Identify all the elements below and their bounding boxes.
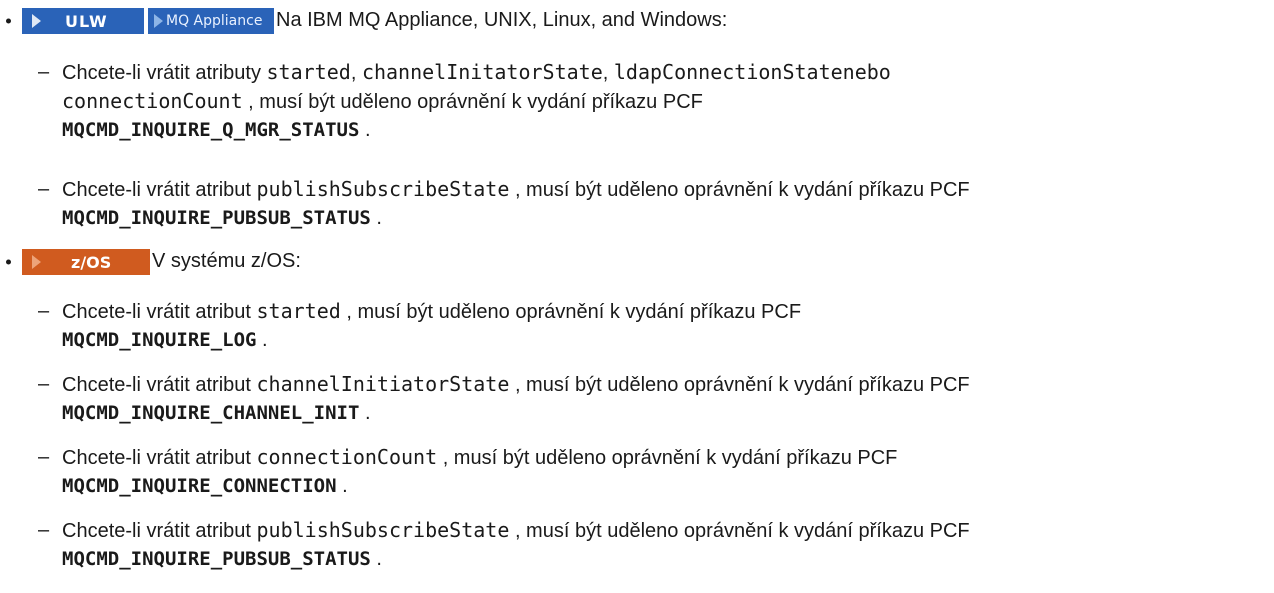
attribute-name: publishSubscribeState bbox=[256, 518, 510, 542]
triangle-icon bbox=[32, 14, 41, 28]
list-item: – Chcete-li vrátit atribut started , mus… bbox=[38, 297, 1262, 354]
platform-heading-zos: z/OS V systému z/OS: bbox=[0, 247, 1274, 277]
separator: , bbox=[350, 62, 362, 84]
pcf-command: MQCMD_INQUIRE_LOG bbox=[62, 329, 257, 351]
pcf-command: MQCMD_INQUIRE_CHANNEL_INIT bbox=[62, 402, 360, 424]
dash-marker: – bbox=[38, 519, 50, 541]
pcf-command: MQCMD_INQUIRE_CONNECTION bbox=[62, 475, 337, 497]
document-page: ULW MQ Appliance Na IBM MQ Appliance, UN… bbox=[0, 0, 1274, 593]
badge-label: z/OS bbox=[71, 252, 112, 272]
badge-label: MQ Appliance bbox=[166, 13, 263, 29]
item-text: , musí být uděleno oprávnění k vydání př… bbox=[509, 179, 970, 201]
list-bullet bbox=[6, 18, 11, 24]
pcf-command: MQCMD_INQUIRE_PUBSUB_STATUS bbox=[62, 548, 371, 570]
attribute-name: started bbox=[266, 60, 351, 84]
mq-appliance-badge: MQ Appliance bbox=[148, 8, 274, 34]
attribute-name: channelInitiatorState bbox=[256, 372, 510, 396]
item-end: . bbox=[370, 207, 382, 229]
dash-marker: – bbox=[38, 61, 50, 83]
ulw-badge: ULW bbox=[22, 8, 144, 34]
attribute-name: publishSubscribeState bbox=[256, 177, 510, 201]
list-item: – Chcete-li vrátit atribut connectionCou… bbox=[38, 443, 1262, 500]
item-end: . bbox=[256, 329, 268, 351]
triangle-icon bbox=[154, 14, 163, 28]
item-text: , musí být uděleno oprávnění k vydání př… bbox=[509, 520, 970, 542]
pcf-command: MQCMD_INQUIRE_Q_MGR_STATUS bbox=[62, 119, 360, 141]
item-text: , musí být uděleno oprávnění k vydání př… bbox=[437, 447, 898, 469]
list-item: – Chcete-li vrátit atribut channelInitia… bbox=[38, 370, 1262, 427]
item-text: Chcete-li vrátit atribut bbox=[62, 301, 257, 323]
dash-marker: – bbox=[38, 178, 50, 200]
pcf-command: MQCMD_INQUIRE_PUBSUB_STATUS bbox=[62, 207, 371, 229]
zos-badge: z/OS bbox=[22, 249, 150, 275]
separator: , bbox=[602, 62, 614, 84]
attribute-name: ldapConnectionStatenebo bbox=[613, 60, 891, 84]
item-text: Chcete-li vrátit atribut bbox=[62, 520, 257, 542]
item-end: . bbox=[370, 548, 382, 570]
list-item: – Chcete-li vrátit atribut publishSubscr… bbox=[38, 175, 1262, 232]
platform-heading-ulw: ULW MQ Appliance Na IBM MQ Appliance, UN… bbox=[0, 6, 1274, 36]
section-heading: Na IBM MQ Appliance, UNIX, Linux, and Wi… bbox=[276, 9, 728, 31]
list-bullet bbox=[6, 259, 11, 265]
item-text: Chcete-li vrátit atribut bbox=[62, 374, 257, 396]
dash-marker: – bbox=[38, 300, 50, 322]
item-text: , musí být uděleno oprávnění k vydání př… bbox=[242, 91, 703, 113]
attribute-name: channelInitatorState bbox=[361, 60, 603, 84]
dash-marker: – bbox=[38, 446, 50, 468]
item-text: Chcete-li vrátit atribut bbox=[62, 179, 257, 201]
section-heading: V systému z/OS: bbox=[152, 250, 301, 272]
attribute-name: connectionCount bbox=[256, 445, 438, 469]
item-end: . bbox=[359, 402, 371, 424]
badge-label: ULW bbox=[65, 11, 108, 31]
list-item: – Chcete-li vrátit atributy started, cha… bbox=[38, 58, 1262, 144]
item-text: Chcete-li vrátit atribut bbox=[62, 447, 257, 469]
item-text: , musí být uděleno oprávnění k vydání př… bbox=[340, 301, 802, 323]
item-text: , musí být uděleno oprávnění k vydání př… bbox=[509, 374, 970, 396]
attribute-name: started bbox=[256, 299, 341, 323]
dash-marker: – bbox=[38, 373, 50, 395]
attribute-name: connectionCount bbox=[62, 89, 243, 113]
item-end: . bbox=[359, 119, 371, 141]
triangle-icon bbox=[32, 255, 41, 269]
item-text: Chcete-li vrátit atributy bbox=[62, 62, 267, 84]
item-end: . bbox=[336, 475, 348, 497]
list-item: – Chcete-li vrátit atribut publishSubscr… bbox=[38, 516, 1262, 573]
